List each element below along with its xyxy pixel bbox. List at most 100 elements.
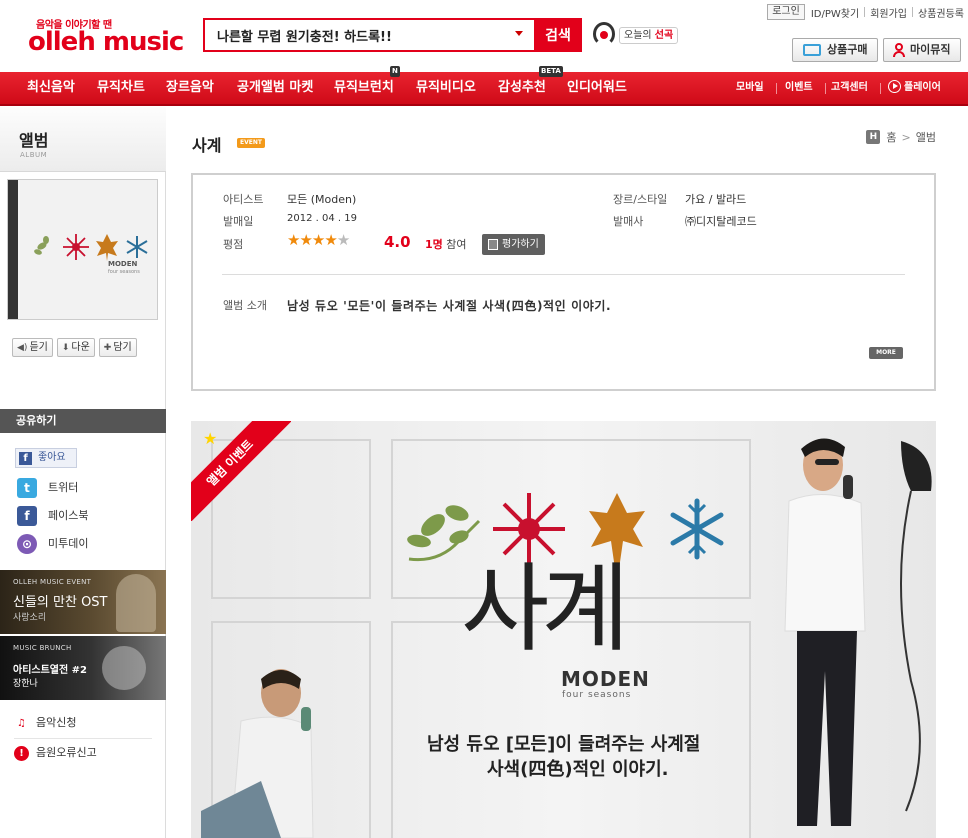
my-music-button[interactable]: 마이뮤직 <box>883 38 961 62</box>
listen-button[interactable]: ◀) 듣기 <box>12 338 53 357</box>
banner-sub: 사랑소리 <box>13 613 47 623</box>
today-pick-label: 오늘의 선곡 <box>619 27 679 44</box>
share-heading: 공유하기 <box>0 409 166 433</box>
artist-photo-right <box>784 438 932 826</box>
facebook-like-button[interactable]: f 좋아요 <box>15 448 77 468</box>
event-badge: EVENT <box>237 138 265 148</box>
album-cover[interactable]: MODEN four seasons <box>7 179 158 320</box>
banner-headline: 신들의 만찬 OST <box>13 595 108 610</box>
music-request-link[interactable]: ♫ 음악신청 <box>14 714 76 732</box>
search-dropdown-icon[interactable] <box>515 31 523 36</box>
banner-sub: 장한나 <box>13 679 38 689</box>
nav-recommend[interactable]: 감성추천 <box>498 72 546 104</box>
album-info-box: 아티스트 모든 (Moden) 발매일 2012 . 04 . 19 평점 ★★… <box>191 173 936 391</box>
rate-button[interactable]: 평가하기 <box>482 234 545 255</box>
util-links: 로그인 ID/PW찾기 회원가입 상품권등록 <box>767 4 964 20</box>
music-note-icon: ♫ <box>17 718 26 729</box>
star-icon: ★ <box>287 231 300 249</box>
share-facebook[interactable]: f 페이스북 <box>17 506 88 526</box>
star-icon: ★ <box>324 231 337 249</box>
album-actions: ◀) 듣기 ⬇ 다운 ✚ 담기 <box>12 338 137 357</box>
cover-subtitle: four seasons <box>108 269 140 275</box>
nav-player-label: 플레이어 <box>904 82 941 93</box>
my-music-label: 마이뮤직 <box>910 43 951 56</box>
nav-indie-award[interactable]: 인디어워드 <box>567 72 627 104</box>
event-brand: MODEN <box>561 667 650 691</box>
cover-title: MODEN <box>108 260 138 268</box>
nav-album-market[interactable]: 공개앨범 마켓 <box>237 72 313 104</box>
divider <box>864 7 866 17</box>
rate-label: 평가하기 <box>502 239 539 250</box>
star-icon: ★ <box>336 231 350 249</box>
nav-music-chart[interactable]: 뮤직차트 <box>97 72 145 104</box>
nav-genre-music[interactable]: 장르음악 <box>166 72 214 104</box>
voters-suffix: 참여 <box>446 238 467 251</box>
speaker-icon: ◀) <box>17 343 28 353</box>
event-brand-sub: four seasons <box>562 690 632 700</box>
album-intro: 남성 듀오 '모든'이 들려주는 사계절 사색(四色)적인 이야기. <box>287 299 612 313</box>
search-button[interactable]: 검색 <box>534 18 582 52</box>
divider <box>222 274 905 275</box>
artist-value[interactable]: 모든 (Moden) <box>287 191 356 207</box>
user-icon <box>893 43 905 57</box>
buy-product-label: 상품구매 <box>827 43 868 56</box>
event-banner-brunch[interactable]: MUSIC BRUNCH 아티스트열전 #2 장한나 <box>0 636 166 700</box>
listen-label: 듣기 <box>29 342 48 353</box>
search-box: 검색 <box>203 18 582 52</box>
banner-headline: 아티스트열전 #2 <box>13 665 88 676</box>
report-error-link[interactable]: ! 음원오류신고 <box>14 744 97 762</box>
today-highlight: 선곡 <box>654 30 674 41</box>
event-banner-ost[interactable]: OLLEH MUSIC EVENT 신들의 만찬 OST 사랑소리 <box>0 570 166 634</box>
nav-event[interactable]: 이벤트 <box>785 72 813 104</box>
nav-latest-music[interactable]: 최신음악 <box>27 72 75 104</box>
divider <box>14 738 152 739</box>
add-button[interactable]: ✚ 담기 <box>98 338 137 357</box>
publisher-label: 발매사 <box>613 215 644 228</box>
download-button[interactable]: ⬇ 다운 <box>56 338 95 357</box>
rating-voters: 1명 참여 <box>425 236 467 252</box>
page-title: 사계 <box>192 136 222 155</box>
today-pick[interactable]: 오늘의 선곡 <box>593 22 683 46</box>
report-error-label: 음원오류신고 <box>36 746 97 759</box>
more-button[interactable]: MORE <box>869 347 903 359</box>
rating-stars: ★★★★★ <box>287 231 350 249</box>
header: 음악을 이야기할 땐 olleh music 검색 오늘의 선곡 로그인 ID/… <box>0 0 968 72</box>
nav-music-brunch[interactable]: 뮤직브런치 <box>334 72 394 104</box>
nav-customer-center[interactable]: 고객센터 <box>831 72 868 104</box>
share-me2day[interactable]: ⊙ 미투데이 <box>17 534 88 554</box>
search-input[interactable] <box>205 20 535 50</box>
add-label: 담기 <box>113 342 132 353</box>
share-twitter[interactable]: t 트위터 <box>17 478 78 498</box>
new-badge: N <box>390 66 400 77</box>
nav-music-video[interactable]: 뮤직비디오 <box>416 72 476 104</box>
banner-kicker: OLLEH MUSIC EVENT <box>13 578 92 586</box>
star-icon: ★ <box>299 231 312 249</box>
breadcrumb-home[interactable]: 홈 <box>886 129 896 145</box>
sidebar: 앨범 ALBUM MODEN four seasons ◀) 듣기 ⬇ 다운 ✚ 담기… <box>0 107 166 838</box>
nav-mobile[interactable]: 모바일 <box>736 72 764 104</box>
join-link[interactable]: 회원가입 <box>870 5 907 20</box>
event-ribbon: 앨범 이벤트 ★ <box>191 421 291 521</box>
event-copy-line1: 남성 듀오 [모든]이 들려주는 사계절 <box>427 734 701 755</box>
facebook-icon: f <box>19 452 32 465</box>
sidebar-title: 앨범 <box>19 131 49 150</box>
download-label: 다운 <box>71 342 90 353</box>
album-event-image: 앨범 이벤트 ★ 사계 MODEN four seasons 남성 듀오 [모든… <box>191 421 936 838</box>
plus-icon: ✚ <box>103 343 112 353</box>
logo[interactable]: olleh music <box>28 27 184 57</box>
buy-product-button[interactable]: 상품구매 <box>792 38 878 62</box>
intro-label: 앨범 소개 <box>223 299 267 312</box>
register-voucher-link[interactable]: 상품권등록 <box>918 5 964 20</box>
headphone-icon <box>593 22 615 46</box>
download-icon: ⬇ <box>61 343 70 353</box>
chevron-right-icon: > <box>901 130 911 144</box>
star-icon: ★ <box>203 429 218 448</box>
star-icon: ★ <box>311 231 325 249</box>
nav-player[interactable]: 플레이어 <box>888 72 941 104</box>
warning-icon: ! <box>14 746 29 761</box>
find-idpw-link[interactable]: ID/PW찾기 <box>811 5 859 20</box>
banner-portrait <box>102 646 146 690</box>
release-value: 2012 . 04 . 19 <box>287 213 357 224</box>
login-button[interactable]: 로그인 <box>767 4 805 20</box>
home-icon[interactable]: H <box>866 130 881 144</box>
